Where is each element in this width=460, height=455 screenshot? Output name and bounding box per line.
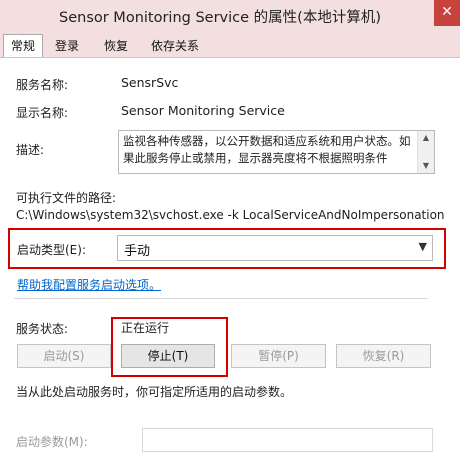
tab-dependencies[interactable]: 依存关系 — [144, 36, 206, 56]
description-scrollbar[interactable]: ▲ ▼ — [417, 131, 434, 173]
description-text: 监视各种传感器，以公开数据和适应系统和用户状态。如果此服务停止或禁用，显示器亮度… — [123, 134, 411, 165]
highlight-startup-type — [8, 228, 446, 269]
service-name-label: 服务名称: — [16, 78, 69, 92]
tab-strip: 常规 登录 恢复 依存关系 — [0, 34, 460, 58]
start-params-input[interactable] — [142, 428, 433, 452]
tab-logon[interactable]: 登录 — [47, 36, 87, 56]
close-icon[interactable]: ✕ — [434, 0, 460, 26]
tab-general[interactable]: 常规 — [3, 34, 43, 58]
service-name-value: SensrSvc — [121, 75, 179, 90]
pause-button[interactable]: 暂停(P) — [231, 344, 326, 368]
start-button[interactable]: 启动(S) — [17, 344, 111, 368]
scroll-down-icon[interactable]: ▼ — [418, 159, 434, 173]
status-label: 服务状态: — [16, 322, 69, 336]
scroll-up-icon[interactable]: ▲ — [418, 131, 434, 145]
description-box[interactable]: 监视各种传感器，以公开数据和适应系统和用户状态。如果此服务停止或禁用，显示器亮度… — [118, 130, 435, 174]
start-params-hint: 当从此处启动服务时，你可指定所适用的启动参数。 — [16, 385, 293, 399]
start-params-label: 启动参数(M): — [16, 435, 88, 449]
tab-recovery[interactable]: 恢复 — [96, 36, 136, 56]
highlight-stop — [111, 317, 228, 377]
exe-path-value: C:\Windows\system32\svchost.exe -k Local… — [16, 208, 445, 222]
resume-button[interactable]: 恢复(R) — [336, 344, 431, 368]
help-link[interactable]: 帮助我配置服务启动选项。 — [17, 276, 161, 293]
description-label: 描述: — [16, 143, 45, 157]
title-bar: Sensor Monitoring Service 的属性(本地计算机) ✕ — [0, 0, 460, 34]
window-title: Sensor Monitoring Service 的属性(本地计算机) — [59, 10, 381, 26]
general-panel: 服务名称: SensrSvc 显示名称: Sensor Monitoring S… — [0, 57, 460, 455]
display-name-value: Sensor Monitoring Service — [121, 103, 285, 118]
exe-path-label: 可执行文件的路径: — [16, 191, 117, 205]
display-name-label: 显示名称: — [16, 106, 69, 120]
divider — [14, 298, 428, 299]
